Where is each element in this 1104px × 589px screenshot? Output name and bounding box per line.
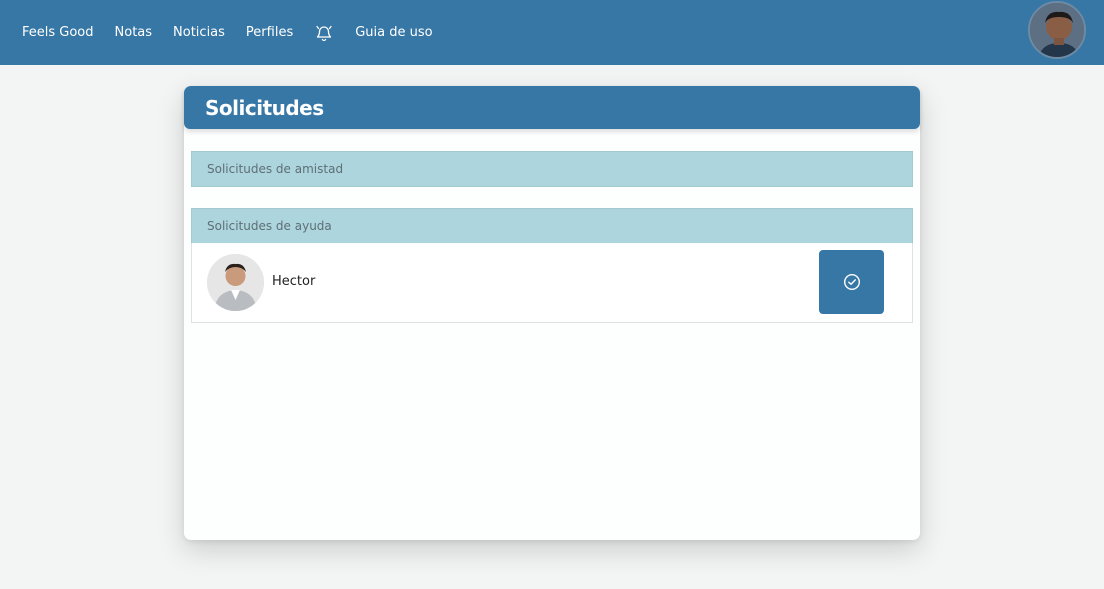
accept-request-button[interactable] [819,250,884,314]
section-friend-requests-label: Solicitudes de amistad [207,162,344,176]
nav-link-noticias[interactable]: Noticias [173,25,225,40]
top-navbar: Feels Good Notas Noticias Perfiles Guia … [0,0,1104,65]
nav-links: Feels Good Notas Noticias Perfiles Guia … [0,23,454,43]
nav-link-notas[interactable]: Notas [115,25,153,40]
requester-name: Hector [272,274,316,289]
user-avatar[interactable] [1028,1,1086,59]
section-help-requests[interactable]: Solicitudes de ayuda [191,208,913,244]
requests-card: Solicitudes Solicitudes de amistad Solic… [184,86,920,540]
check-circle-icon [843,273,860,291]
bell-icon[interactable] [314,23,334,43]
nav-link-guia[interactable]: Guia de uso [355,25,432,40]
section-friend-requests[interactable]: Solicitudes de amistad [191,151,913,187]
nav-link-perfiles[interactable]: Perfiles [246,25,293,40]
requester-avatar [207,254,264,311]
nav-brand-link[interactable]: Feels Good [22,25,94,40]
card-header: Solicitudes [184,86,920,129]
section-help-requests-label: Solicitudes de ayuda [207,219,332,233]
help-request-row: Hector [191,243,913,323]
page-title: Solicitudes [205,95,324,120]
